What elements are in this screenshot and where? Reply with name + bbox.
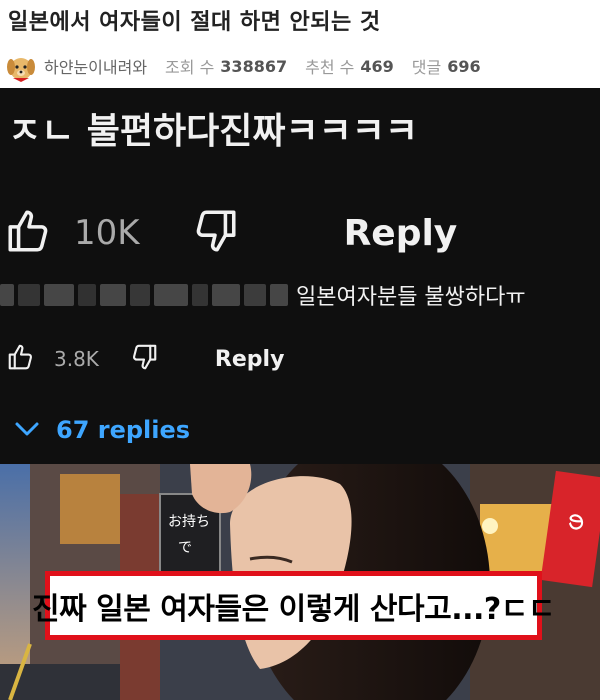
comment1-actions: 10K Reply: [4, 206, 457, 260]
chevron-down-icon: [14, 416, 40, 444]
comment2-text: 일본여자분들 불쌍하다ㅠ: [296, 285, 526, 310]
comment1-like-count: 10K: [74, 213, 140, 253]
puppy-avatar-icon[interactable]: [6, 49, 36, 83]
likes-count: 469: [360, 56, 394, 76]
svg-text:お持ち: お持ち: [168, 514, 210, 530]
thumbs-up-icon[interactable]: [6, 342, 36, 376]
comment2-actions: 3.8K Reply: [6, 341, 284, 377]
comment2-like-count: 3.8K: [54, 347, 99, 371]
likes-label: 추천 수: [305, 58, 355, 77]
comments-label: 댓글: [411, 58, 442, 77]
comment2-line: 일본여자분들 불쌍하다ㅠ: [0, 278, 526, 312]
views-label: 조회 수: [165, 58, 215, 77]
comment1-reply-button[interactable]: Reply: [344, 213, 458, 254]
post-title: 일본에서 여자들이 절대 하면 안되는 것: [8, 10, 381, 35]
svg-text:で: で: [178, 540, 192, 556]
video-caption-text: 진짜 일본 여자들은 이렇게 산다고...?ㄷㄷ: [32, 591, 555, 627]
video-caption-box: 진짜 일본 여자들은 이렇게 산다고...?ㄷㄷ: [32, 571, 555, 640]
thumbs-down-icon[interactable]: [129, 342, 159, 376]
blurred-username: [0, 281, 292, 309]
comments-count: 696: [447, 56, 481, 76]
svg-text:の: の: [563, 511, 587, 532]
views-count: 338867: [220, 56, 288, 76]
comment2-reply-button[interactable]: Reply: [215, 347, 285, 372]
thumbs-up-icon[interactable]: [4, 206, 54, 260]
replies-count: 67 replies: [56, 416, 191, 444]
comment1-text: ㅈㄴ 불편하다진짜ㅋㅋㅋㅋ: [8, 111, 418, 152]
thumbs-down-icon[interactable]: [190, 206, 240, 260]
post-meta: 하얀눈이내려와 조회 수 338867 추천 수 469 댓글 696: [6, 46, 596, 86]
comments-screenshot: ㅈㄴ 불편하다진짜ㅋㅋㅋㅋ 10K Reply 일본여자분들 불쌍하다ㅠ 3.8…: [0, 88, 600, 464]
view-replies-button[interactable]: 67 replies: [14, 416, 190, 444]
post-author[interactable]: 하얀눈이내려와: [44, 54, 147, 78]
